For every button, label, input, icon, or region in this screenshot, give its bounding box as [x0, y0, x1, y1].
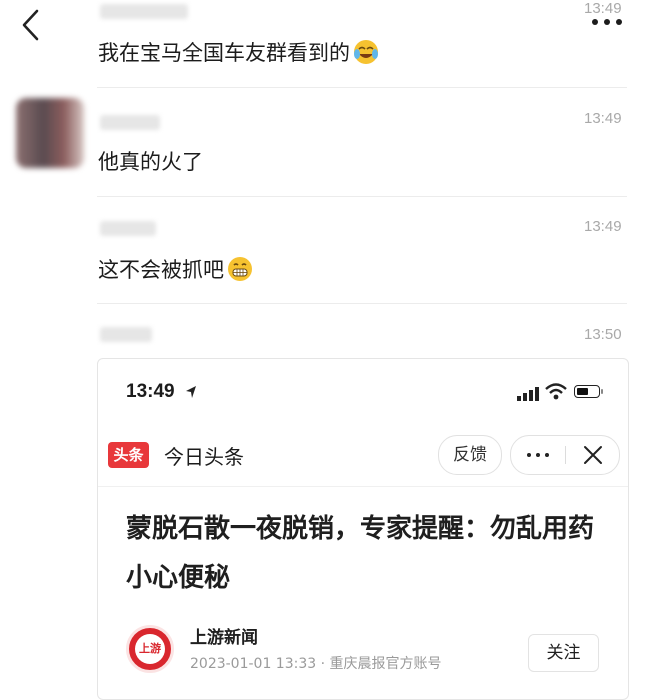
feedback-button[interactable]: 反馈	[438, 435, 502, 475]
back-icon[interactable]	[18, 8, 44, 42]
capsule-more-button[interactable]	[511, 436, 565, 474]
capsule-separator	[565, 446, 566, 464]
shared-screenshot-card[interactable]: 13:49 头条 今日头条 反馈 蒙脱石散一夜脱销，专家提醒：勿乱用药小心便秘 …	[97, 358, 629, 700]
sender-name-redacted	[100, 327, 152, 342]
mini-program-capsule	[510, 435, 620, 475]
message-text: 他真的火了	[98, 150, 203, 174]
app-name: 今日头条	[164, 445, 244, 469]
sender-name-redacted	[100, 4, 188, 19]
status-bar-time: 13:49	[126, 381, 175, 402]
message-bubble-1[interactable]: 我在宝马全国车友群看到的	[98, 37, 380, 71]
grimacing-emoji-icon	[226, 255, 254, 288]
source-name[interactable]: 上游新闻	[190, 623, 258, 648]
message-divider	[97, 87, 627, 88]
rolling-laughing-emoji-icon	[352, 38, 380, 71]
message-time: 13:49	[584, 110, 622, 127]
message-text: 我在宝马全国车友群看到的	[98, 41, 350, 65]
message-divider	[97, 196, 627, 197]
source-logo-text: 上游	[139, 642, 161, 655]
cellular-signal-icon	[517, 386, 539, 405]
message-divider	[97, 303, 627, 304]
wifi-icon	[545, 383, 567, 405]
sender-name-redacted	[100, 115, 160, 130]
message-bubble-3[interactable]: 这不会被抓吧	[98, 254, 254, 288]
message-text: 这不会被抓吧	[98, 258, 224, 282]
battery-level	[577, 388, 588, 395]
battery-icon	[574, 385, 603, 398]
follow-button[interactable]: 关注	[528, 634, 599, 672]
message-bubble-2[interactable]: 他真的火了	[98, 146, 203, 176]
source-avatar[interactable]: 上游	[126, 625, 174, 673]
message-time: 13:49	[584, 0, 622, 17]
message-time: 13:49	[584, 218, 622, 235]
message-time: 13:50	[584, 326, 622, 343]
avatar[interactable]	[16, 98, 84, 168]
toutiao-logo: 头条	[108, 442, 149, 468]
article-headline[interactable]: 蒙脱石散一夜脱销，专家提醒：勿乱用药小心便秘	[126, 505, 596, 603]
sender-name-redacted	[100, 221, 156, 236]
more-icon[interactable]	[592, 19, 624, 27]
card-divider	[98, 486, 628, 487]
location-arrow-icon	[185, 384, 197, 403]
close-icon[interactable]	[567, 436, 619, 474]
article-meta: 2023-01-01 13:33 · 重庆晨报官方账号	[190, 656, 442, 672]
